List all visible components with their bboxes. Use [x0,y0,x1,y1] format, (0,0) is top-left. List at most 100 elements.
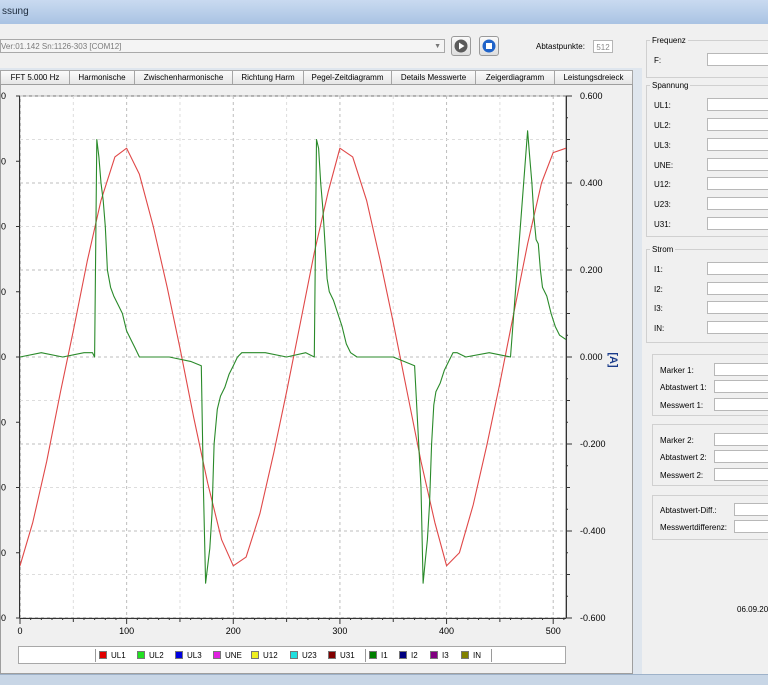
messwert1-label: Messwert 1: [660,401,704,410]
legend-swatch [99,651,107,659]
strom-title: Strom [650,245,676,254]
legend-separator [365,649,366,662]
right-tick-label: -0.400 [580,526,606,536]
legend-item-i1[interactable]: I1 [369,651,388,660]
window-title: ssung [2,6,29,17]
legend-item-u12[interactable]: U12 [251,651,278,660]
messwertdifferenz-label: Messwertdifferenz: [660,523,727,532]
une-label: UNE: [654,161,674,170]
spannung-title: Spannung [650,81,691,90]
abtastwert-diff-label: Abtastwert-Diff.: [660,506,717,515]
legend-swatch [430,651,438,659]
play-button[interactable] [451,36,471,56]
diff-group [652,495,768,540]
legend-item-i3[interactable]: I3 [430,651,449,660]
stop-button[interactable] [479,36,499,56]
stop-icon [482,39,496,53]
abtastwert-diff-field [734,503,768,516]
legend-swatch [213,651,221,659]
messwert2-field [714,468,768,481]
in-field [707,321,768,334]
legend-item-in[interactable]: IN [461,651,481,660]
legend-swatch [290,651,298,659]
ul1-label: UL1: [654,101,671,110]
frequenz-title: Frequenz [650,36,688,45]
left-tick-label: 0 [1,156,6,166]
legend-item-ul2[interactable]: UL2 [137,651,164,660]
legend-item-u31[interactable]: U31 [328,651,355,660]
left-tick-label: 0 [1,91,6,101]
tab-details-messwerte[interactable]: Details Messwerte [391,70,476,84]
messwert2-label: Messwert 2: [660,471,704,480]
legend-item-u23[interactable]: U23 [290,651,317,660]
device-select-value: Ver:01.142 Sn:1126-303 [COM12] [1,42,122,51]
tab-bar: FFT 5.000 Hz Harmonische Zwischenharmoni… [0,70,633,84]
left-tick-label: 0 [1,287,6,297]
legend-swatch [369,651,377,659]
x-tick-label: 500 [546,626,561,636]
date-text: 06.09.20 [737,605,768,614]
right-tick-label: -0.200 [580,439,606,449]
legend-item-une[interactable]: UNE [213,651,242,660]
x-tick-label: 200 [226,626,241,636]
abtastpunkte-label: Abtastpunkte: [536,42,585,51]
tab-harmonische[interactable]: Harmonische [69,70,135,84]
legend-separator [95,649,96,662]
une-field [707,158,768,171]
marker1-label: Marker 1: [660,366,694,375]
ul1-field [707,98,768,111]
status-bar [0,674,768,685]
left-tick-label: 0 [1,352,6,362]
i2-label: I2: [654,285,663,294]
abtastwert1-label: Abtastwert 1: [660,383,707,392]
ul2-field [707,118,768,131]
legend-item-ul3[interactable]: UL3 [175,651,202,660]
legend-swatch [461,651,469,659]
ul3-field [707,138,768,151]
i2-field [707,282,768,295]
legend-swatch [137,651,145,659]
messwertdifferenz-field [734,520,768,533]
abtastpunkte-field[interactable]: 512 [593,40,613,53]
right-tick-label: 0.400 [580,178,603,188]
legend-swatch [399,651,407,659]
abtastwert2-label: Abtastwert 2: [660,453,707,462]
tab-zeigerdiagramm[interactable]: Zeigerdiagramm [475,70,555,84]
legend-swatch [175,651,183,659]
left-tick-label: 0 [1,613,6,623]
left-tick-label: 0 [1,483,6,493]
tab-pegel-zeitdiagramm[interactable]: Pegel-Zeitdiagramm [303,70,392,84]
tab-leistungsdreieck[interactable]: Leistungsdreieck [554,70,633,84]
marker1-field[interactable] [714,363,768,376]
legend-item-ul1[interactable]: UL1 [99,651,126,660]
tab-zwischenharmonische[interactable]: Zwischenharmonische [134,70,233,84]
tab-fft[interactable]: FFT 5.000 Hz [0,70,70,84]
title-bar: ssung [0,0,768,25]
play-icon [454,39,468,53]
legend-separator [491,649,492,662]
u31-label: U31: [654,220,671,229]
i1-label: I1: [654,265,663,274]
x-tick-label: 400 [439,626,454,636]
legend-swatch [328,651,336,659]
i3-label: I3: [654,304,663,313]
device-select[interactable]: Ver:01.142 Sn:1126-303 [COM12] ▼ [0,39,445,53]
u12-label: U12: [654,180,671,189]
chevron-down-icon[interactable]: ▼ [434,40,441,54]
waveform-chart[interactable]: 0 100 200 300 400 500 0.600 0.400 0.200 0.000 -0.2… [0,84,633,674]
legend-swatch [251,651,259,659]
f-field [707,53,768,66]
tab-richtung-harm[interactable]: Richtung Harm [232,70,304,84]
u12-field [707,177,768,190]
left-tick-label: 0 [1,222,6,232]
f-label: F: [654,56,662,65]
u23-label: U23: [654,200,671,209]
marker2-field[interactable] [714,433,768,446]
left-tick-label: 0 [1,548,6,558]
left-tick-label: 0 [1,417,6,427]
right-tick-label: 0.200 [580,265,603,275]
ul2-label: UL2: [654,121,671,130]
legend-item-i2[interactable]: I2 [399,651,418,660]
measurement-panel: Frequenz F: Spannung UL1: UL2: UL3: UNE:… [642,33,768,674]
right-axis-unit: [A] [607,352,619,368]
